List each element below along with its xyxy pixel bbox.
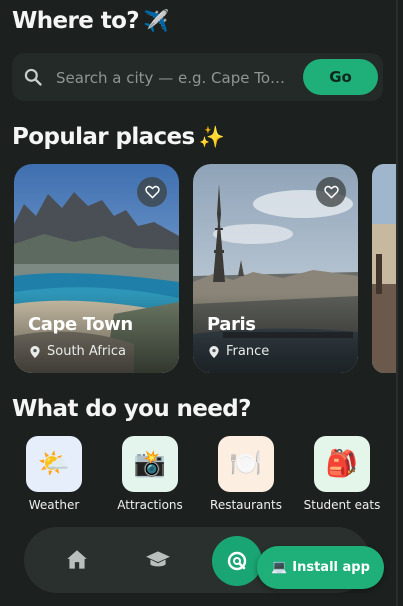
category-label: Restaurants — [210, 498, 282, 512]
weather-icon: 🌤️ — [26, 436, 82, 492]
place-card-cape-town[interactable]: Cape Town South Africa — [14, 164, 179, 373]
place-country-text: France — [226, 344, 270, 359]
home-icon[interactable] — [64, 547, 90, 573]
airplane-icon: ✈️ — [143, 9, 169, 33]
favorite-button[interactable] — [137, 177, 167, 207]
place-card-paris[interactable]: Paris France — [193, 164, 358, 373]
explore-nav-button[interactable] — [212, 536, 262, 586]
page-title-text: Where to? — [12, 8, 140, 34]
favorite-button[interactable] — [316, 177, 346, 207]
place-country: France — [209, 344, 269, 359]
place-name: Cape Town — [28, 314, 133, 335]
app-screen: Where to?✈️ Go Popular places✨ — [0, 0, 398, 606]
place-country-text: South Africa — [47, 344, 126, 359]
laptop-icon: 💻 — [271, 560, 288, 575]
page-title: Where to? ✈️ — [12, 8, 169, 34]
heart-icon — [144, 185, 160, 199]
section-title-popular: Popular places ✨ — [12, 124, 225, 150]
location-search-icon — [227, 551, 247, 571]
graduation-cap-icon[interactable] — [145, 547, 171, 573]
place-country: South Africa — [30, 344, 126, 359]
place-name: Paris — [207, 314, 256, 335]
search-bar: Go — [12, 53, 383, 101]
search-icon — [24, 68, 42, 86]
install-app-button[interactable]: 💻 Install app — [257, 546, 384, 589]
location-pin-icon — [30, 345, 40, 358]
category-label: Weather — [28, 498, 80, 512]
section-title-needs: What do you need? — [12, 396, 252, 422]
category-restaurants[interactable]: 🍽️ Restaurants — [201, 436, 291, 512]
camera-icon: 📸 — [122, 436, 178, 492]
category-weather[interactable]: 🌤️ Weather — [9, 436, 99, 512]
category-attractions[interactable]: 📸 Attractions — [105, 436, 195, 512]
plate-icon: 🍽️ — [218, 436, 274, 492]
backpack-icon: 🎒 — [314, 436, 370, 492]
search-input[interactable] — [56, 65, 301, 91]
category-label: Student eats — [303, 498, 381, 512]
sparkles-icon: ✨ — [198, 125, 225, 149]
go-button[interactable]: Go — [303, 59, 378, 95]
install-app-label: Install app — [292, 560, 370, 575]
location-pin-icon — [209, 345, 219, 358]
section-title-popular-text: Popular places — [12, 124, 195, 150]
category-student-eats[interactable]: 🎒 Student eats — [297, 436, 387, 512]
place-photo — [372, 164, 396, 373]
category-label: Attractions — [117, 498, 183, 512]
heart-icon — [323, 185, 339, 199]
place-card-partial[interactable] — [372, 164, 396, 373]
